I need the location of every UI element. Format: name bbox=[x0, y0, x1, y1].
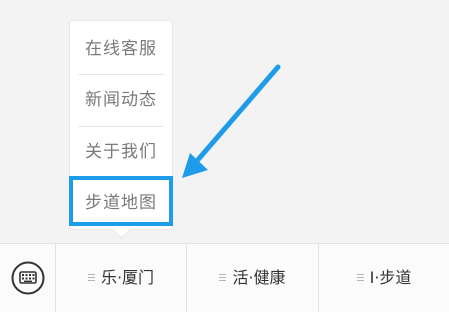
tab-huo-jiankang[interactable]: 活·健康 bbox=[187, 244, 319, 312]
popup-menu: 在线客服 新闻动态 关于我们 步道地图 bbox=[69, 20, 173, 230]
menu-lines-icon bbox=[87, 273, 95, 282]
menu-lines-icon bbox=[219, 273, 227, 282]
tab-label: 乐·厦门 bbox=[100, 268, 155, 287]
tab-label: I·步道 bbox=[369, 268, 412, 287]
bottom-nav-bar: 乐·厦门 活·健康 I·步道 bbox=[0, 243, 449, 312]
menu-item-trail-map[interactable]: 步道地图 bbox=[78, 178, 164, 228]
menu-lines-icon bbox=[356, 273, 364, 282]
tab-trail[interactable]: I·步道 bbox=[319, 244, 449, 312]
keyboard-icon bbox=[11, 261, 45, 295]
menu-item-news[interactable]: 新闻动态 bbox=[78, 75, 164, 125]
menu-item-online-service[interactable]: 在线客服 bbox=[78, 24, 164, 74]
tab-le-xiamen[interactable]: 乐·厦门 bbox=[56, 244, 187, 312]
keyboard-toggle-button[interactable] bbox=[0, 244, 56, 312]
menu-item-about-us[interactable]: 关于我们 bbox=[78, 127, 164, 177]
tab-label: 活·健康 bbox=[232, 268, 286, 287]
